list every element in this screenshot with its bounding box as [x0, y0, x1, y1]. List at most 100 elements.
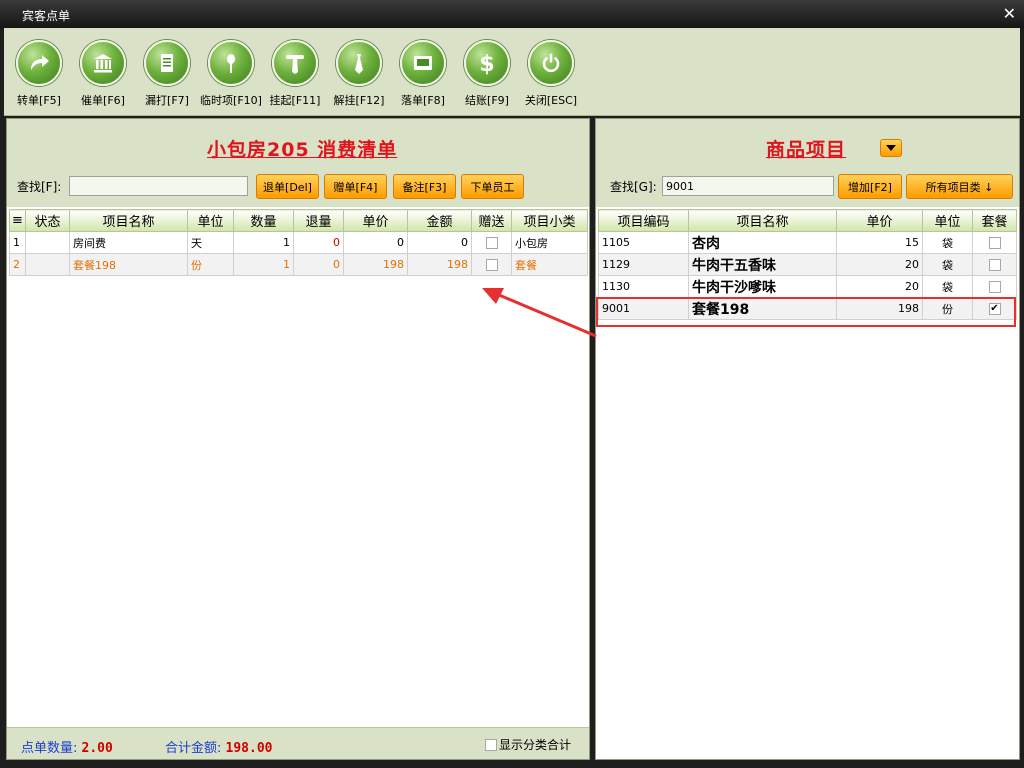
row-amount: 198 — [407, 253, 472, 276]
row-category: 小包房 — [511, 231, 588, 254]
gift-checkbox[interactable] — [485, 237, 498, 249]
column-header[interactable]: 项目编码 — [598, 209, 689, 232]
page-title: 小包房205 消费清单 — [207, 139, 398, 161]
toolbar-label: 解挂[F12] — [333, 94, 385, 107]
add-item-button[interactable]: 增加[F2] — [838, 174, 902, 199]
column-header[interactable]: 金额 — [407, 209, 472, 232]
gift-checkbox[interactable] — [485, 259, 498, 271]
item-unit: 袋 — [922, 253, 973, 276]
checkout-button[interactable]: $ 结账[F9] — [454, 40, 520, 108]
table-row[interactable]: 9001 套餐198 198 份 ✔ — [598, 297, 1017, 320]
note-button[interactable]: 备注[F3] — [393, 174, 456, 199]
item-unit: 份 — [922, 297, 973, 320]
all-categories-dropdown[interactable]: 所有项目类 ↓ — [906, 174, 1013, 199]
place-order-button[interactable]: 落单[F8] — [390, 40, 456, 108]
column-header[interactable]: 单价 — [343, 209, 408, 232]
item-name: 套餐198 — [688, 297, 837, 320]
row-price: 0 — [343, 231, 408, 254]
item-name: 牛肉干五香味 — [688, 253, 837, 276]
table-row[interactable]: 1 房间费 天 1 0 0 0 小包房 — [9, 231, 588, 254]
row-name: 房间费 — [69, 231, 188, 254]
column-header[interactable]: ≡ — [9, 209, 26, 232]
column-header[interactable]: 单位 — [922, 209, 973, 232]
reprint-button[interactable]: 漏打[F7] — [134, 40, 200, 108]
summary-footer: 点单数量: 2.00 合计金额: 198.00 显示分类合计 — [7, 727, 589, 759]
set-checkbox[interactable] — [988, 259, 1001, 271]
suspend-button[interactable]: 挂起[F11] — [262, 40, 328, 108]
row-unit: 天 — [187, 231, 234, 254]
column-header[interactable]: 状态 — [25, 209, 70, 232]
table-row[interactable]: 2 套餐198 份 1 0 198 198 套餐 — [9, 253, 588, 276]
toolbar-label: 落单[F8] — [401, 94, 445, 107]
set-checkbox[interactable] — [988, 237, 1001, 249]
toolbar-label: 漏打[F7] — [145, 94, 189, 107]
table-row[interactable]: 1129 牛肉干五香味 20 袋 — [598, 253, 1017, 276]
show-category-total-toggle[interactable]: 显示分类合计 — [484, 736, 571, 753]
temp-item-button[interactable]: 临时项[F10] — [198, 40, 264, 108]
order-table: ≡ 状态 项目名称 单位 数量 退量 单价 金额 赠送 项目小类 1 房间费 天… — [9, 209, 588, 276]
item-code: 1105 — [598, 231, 689, 254]
product-search-input[interactable] — [662, 176, 834, 196]
forward-arrow-icon — [16, 40, 62, 86]
toolbar-label: 临时项[F10] — [200, 94, 262, 107]
close-button[interactable]: 关闭[ESC] — [518, 40, 584, 108]
toolbar: 转单[F5] 催单[F6] 漏打[F7] 临时项[F10] 挂起[F11] 解挂… — [4, 28, 1020, 116]
panel-header: 商品项目 查找[G]: 增加[F2] 所有项目类 ↓ — [596, 119, 1019, 207]
total-amount: 合计金额: 198.00 — [165, 737, 273, 756]
table-header-row: 项目编码 项目名称 单价 单位 套餐 — [598, 209, 1017, 232]
row-return-qty: 0 — [293, 231, 344, 254]
total-amount-value: 198.00 — [225, 741, 273, 756]
product-items-panel: 商品项目 查找[G]: 增加[F2] 所有项目类 ↓ 项目编码 项目名称 单价 … — [595, 118, 1020, 760]
svg-text:$: $ — [479, 52, 494, 76]
item-price: 20 — [836, 253, 923, 276]
row-qty: 1 — [233, 231, 294, 254]
set-checkbox[interactable] — [988, 281, 1001, 293]
document-icon — [144, 40, 190, 86]
monitor-icon — [400, 40, 446, 86]
unsuspend-button[interactable]: 解挂[F12] — [326, 40, 392, 108]
total-amount-label: 合计金额: — [165, 741, 222, 756]
transfer-order-button[interactable]: 转单[F5] — [6, 40, 72, 108]
column-header[interactable]: 退量 — [293, 209, 344, 232]
window-title: 宾客点单 — [22, 9, 71, 23]
toolbar-label: 挂起[F11] — [269, 94, 321, 107]
set-checkbox-cell — [972, 231, 1017, 254]
toolbar-label: 结账[F9] — [465, 94, 509, 107]
set-checkbox-checked[interactable]: ✔ — [988, 303, 1001, 315]
order-staff-button[interactable]: 下单员工 — [461, 174, 524, 199]
tie-icon — [336, 40, 382, 86]
panel-header: 小包房205 消费清单 查找[F]: 退单[Del] 赠单[F4] 备注[F3]… — [7, 119, 589, 207]
gift-checkbox-cell — [471, 231, 512, 254]
order-count: 点单数量: 2.00 — [21, 737, 113, 756]
consumption-list-panel: 小包房205 消费清单 查找[F]: 退单[Del] 赠单[F4] 备注[F3]… — [6, 118, 590, 760]
column-header[interactable]: 项目小类 — [511, 209, 588, 232]
close-icon[interactable]: ✕ — [1003, 4, 1016, 23]
search-input[interactable] — [69, 176, 248, 196]
show-category-label: 显示分类合计 — [498, 738, 571, 752]
column-header[interactable]: 项目名称 — [688, 209, 837, 232]
show-category-checkbox[interactable] — [484, 738, 497, 751]
column-header[interactable]: 赠送 — [471, 209, 512, 232]
item-code: 1129 — [598, 253, 689, 276]
column-header[interactable]: 数量 — [233, 209, 294, 232]
row-number: 1 — [9, 231, 26, 254]
search-label: 查找[G]: — [610, 180, 657, 194]
column-header[interactable]: 单价 — [836, 209, 923, 232]
urge-order-button[interactable]: 催单[F6] — [70, 40, 136, 108]
column-header[interactable]: 套餐 — [972, 209, 1017, 232]
table-row[interactable]: 1105 杏肉 15 袋 — [598, 231, 1017, 254]
column-header[interactable]: 项目名称 — [69, 209, 188, 232]
bank-icon — [80, 40, 126, 86]
chevron-down-icon[interactable] — [880, 139, 902, 157]
toolbar-label: 关闭[ESC] — [524, 94, 578, 107]
power-icon — [528, 40, 574, 86]
row-category: 套餐 — [511, 253, 588, 276]
row-name: 套餐198 — [69, 253, 188, 276]
gift-order-button[interactable]: 赠单[F4] — [324, 174, 387, 199]
table-row[interactable]: 1130 牛肉干沙嗲味 20 袋 — [598, 275, 1017, 298]
column-header[interactable]: 单位 — [187, 209, 234, 232]
row-status — [25, 253, 70, 276]
table-header-row: ≡ 状态 项目名称 单位 数量 退量 单价 金额 赠送 项目小类 — [9, 209, 588, 232]
set-checkbox-cell — [972, 253, 1017, 276]
return-order-button[interactable]: 退单[Del] — [256, 174, 319, 199]
